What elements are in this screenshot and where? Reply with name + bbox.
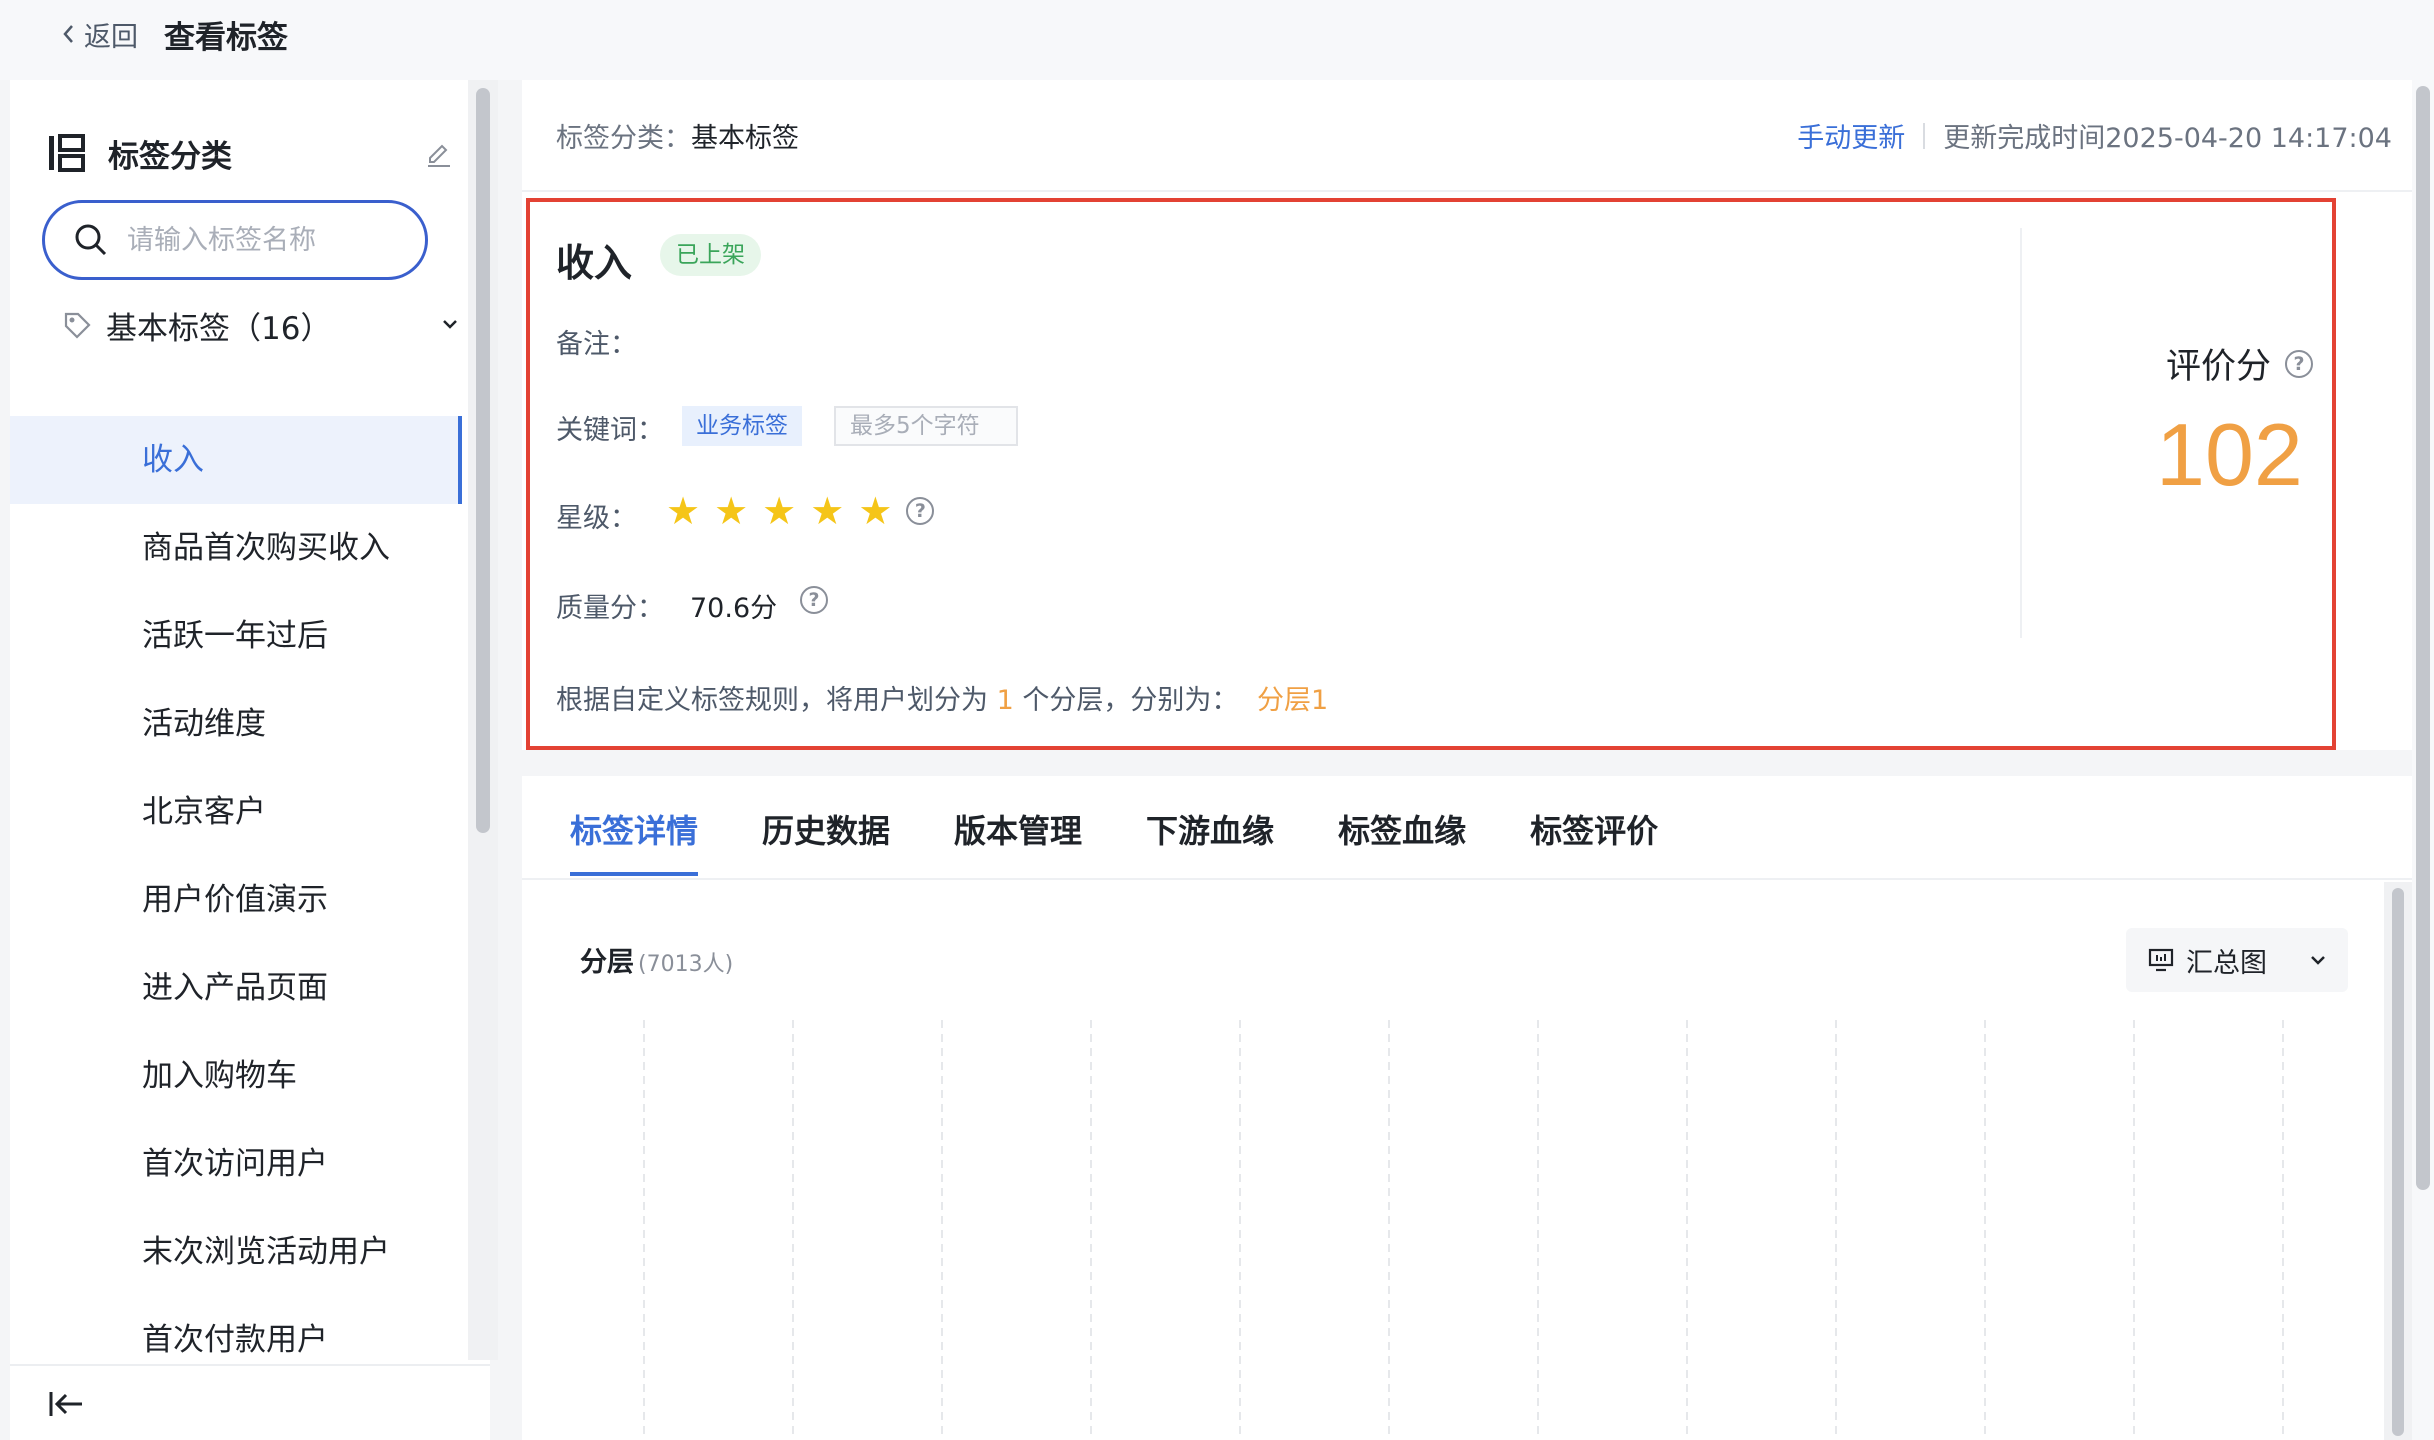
back-button[interactable]: 返回: [60, 14, 138, 54]
divider: [2020, 228, 2022, 638]
star-icon[interactable]: ★: [810, 492, 844, 530]
remark-label: 备注：: [556, 329, 637, 360]
panel-scrollbar[interactable]: [2384, 882, 2412, 1440]
layer-count: 1: [996, 685, 1014, 716]
page-scrollbar[interactable]: [2412, 80, 2434, 1440]
star-icon[interactable]: ★: [858, 492, 892, 530]
manual-update-link[interactable]: 手动更新: [1797, 116, 1905, 155]
tag-group-label: 基本标签（16）: [106, 310, 332, 347]
tag-list-item[interactable]: 末次浏览活动用户: [10, 1208, 462, 1296]
category-tree-icon: [49, 134, 85, 172]
star-rating[interactable]: ★ ★ ★ ★ ★ ?: [666, 492, 935, 530]
chevron-down-icon: [443, 320, 457, 329]
star-label: 星级：: [556, 503, 637, 534]
tag-list-item[interactable]: 活跃一年过后: [10, 592, 462, 680]
quality-value: 70.6分: [690, 593, 778, 624]
tag-list: 收入 商品首次购买收入 活跃一年过后 活动维度 北京客户 用户价值演示 进入产品…: [10, 416, 462, 1384]
star-icon[interactable]: ★: [714, 492, 748, 530]
tag-list-item[interactable]: 用户价值演示: [10, 856, 462, 944]
sidebar-title: 标签分类: [108, 138, 232, 175]
keyword-input[interactable]: 最多5个字符: [834, 406, 1018, 446]
tab-history[interactable]: 历史数据: [762, 806, 890, 876]
highlight-box: 收入 已上架 备注： 关键词： 业务标签 最多5个字符 星级： ★ ★ ★ ★ …: [526, 198, 2336, 750]
help-icon[interactable]: ?: [2285, 349, 2314, 378]
tag-icon: [64, 312, 91, 339]
sidebar-scrollbar[interactable]: [468, 80, 498, 1360]
tag-group-basic[interactable]: 基本标签（16）: [62, 300, 460, 350]
tab-versions[interactable]: 版本管理: [954, 806, 1082, 876]
tab-bar: 标签详情 历史数据 版本管理 下游血缘 标签血缘 标签评价: [570, 806, 1722, 876]
status-badge: 已上架: [660, 234, 761, 276]
divider: [1923, 122, 1926, 149]
update-status: 手动更新 更新完成时间2025-04-20 14:17:04: [1797, 116, 2392, 155]
collapse-sidebar-icon[interactable]: [46, 1384, 86, 1424]
layer-name: 分层1: [1256, 685, 1329, 716]
chart-view-label: 汇总图: [2186, 947, 2267, 979]
divider: [522, 878, 2412, 880]
keyword-chip[interactable]: 业务标签: [682, 406, 802, 446]
layer-rule-text: 根据自定义标签规则，将用户划分为 1 个分层，分别为： 分层1: [556, 685, 1329, 716]
tag-list-item[interactable]: 收入: [10, 416, 462, 504]
tag-detail-panel: 标签详情 历史数据 版本管理 下游血缘 标签血缘 标签评价 分层 (7013人) …: [522, 776, 2412, 1440]
tag-info-card: 标签分类：基本标签 手动更新 更新完成时间2025-04-20 14:17:04…: [522, 80, 2412, 750]
tag-list-item[interactable]: 商品首次购买收入: [10, 504, 462, 592]
search-input[interactable]: [127, 224, 397, 256]
quality-label: 质量分：: [556, 593, 664, 624]
back-label: 返回: [84, 21, 138, 53]
divider: [522, 190, 2412, 192]
user-count: (7013人): [638, 952, 734, 977]
chart-view-select[interactable]: 汇总图: [2126, 928, 2348, 992]
chart-gridlines: [643, 1020, 2284, 1440]
sidebar-footer: [10, 1364, 490, 1440]
search-box[interactable]: [42, 200, 428, 280]
score-value: 102: [2156, 405, 2303, 504]
sidebar-scroll-thumb[interactable]: [476, 88, 490, 833]
panel-scroll-thumb[interactable]: [2392, 888, 2404, 1436]
tag-list-item[interactable]: 首次访问用户: [10, 1120, 462, 1208]
tab-tag-detail[interactable]: 标签详情: [570, 806, 699, 876]
chart-title: 分层 (7013人): [580, 947, 734, 978]
tag-list-item[interactable]: 进入产品页面: [10, 944, 462, 1032]
search-icon: [75, 224, 107, 256]
sidebar: 标签分类 基本标签（16） 收入 商品首次购买收入 活跃一年过后 活动维度 北京…: [10, 80, 498, 1440]
help-icon[interactable]: ?: [906, 497, 935, 525]
help-icon[interactable]: ?: [800, 586, 828, 614]
tab-downstream-lineage[interactable]: 下游血缘: [1146, 806, 1274, 876]
tab-tag-evaluation[interactable]: 标签评价: [1530, 806, 1658, 876]
score-label: 评价分 ?: [2166, 338, 2314, 389]
sidebar-header: 标签分类: [46, 128, 454, 178]
star-icon[interactable]: ★: [762, 492, 796, 530]
tag-list-item[interactable]: 北京客户: [10, 768, 462, 856]
tag-name: 收入: [556, 241, 633, 285]
edit-icon[interactable]: [424, 138, 454, 168]
tag-list-item[interactable]: 活动维度: [10, 680, 462, 768]
chevron-down-icon: [2311, 956, 2325, 965]
category-value: 基本标签: [691, 123, 799, 154]
chevron-left-icon: [63, 25, 73, 43]
keyword-label: 关键词：: [556, 415, 664, 446]
update-time: 更新完成时间2025-04-20 14:17:04: [1943, 123, 2392, 154]
page-title: 查看标签: [164, 20, 288, 56]
category-breadcrumb: 标签分类：基本标签: [556, 123, 799, 154]
monitor-icon: [2148, 948, 2174, 972]
page-scroll-thumb[interactable]: [2416, 86, 2430, 1190]
top-bar: 返回 查看标签: [0, 0, 2434, 80]
tag-list-item[interactable]: 加入购物车: [10, 1032, 462, 1120]
tab-tag-lineage[interactable]: 标签血缘: [1338, 806, 1466, 876]
star-icon[interactable]: ★: [666, 492, 700, 530]
